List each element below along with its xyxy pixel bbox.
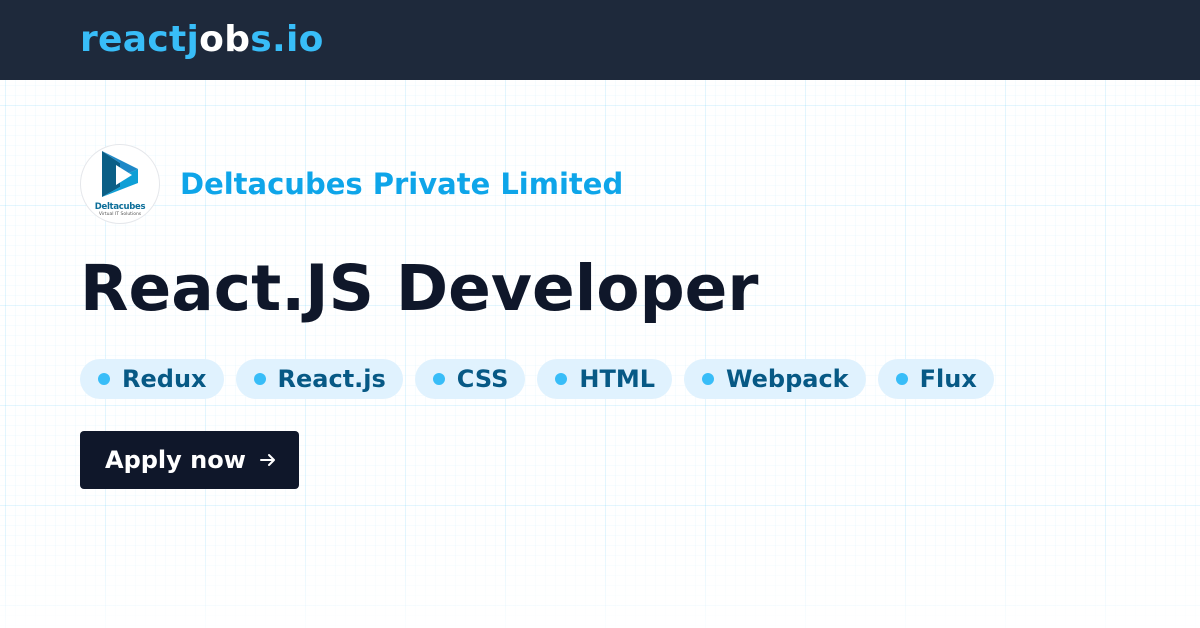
brand-logo-link[interactable]: reactjobs.io — [80, 18, 324, 62]
top-header: reactjobs.io — [0, 0, 1200, 80]
company-name-link[interactable]: Deltacubes Private Limited — [180, 167, 623, 201]
tag-label: CSS — [456, 365, 509, 393]
brand-part-highlight: ob — [199, 19, 251, 60]
tag-dot-icon — [895, 373, 908, 385]
page: reactjobs.io Deltacubes Virtual IT Solut… — [0, 0, 1200, 628]
tag-webpack[interactable]: Webpack — [684, 359, 866, 399]
tag-label: React.js — [277, 365, 386, 393]
tag-label: Flux — [919, 365, 977, 393]
brand-part-accent-left: reactj — [80, 19, 200, 60]
tag-dot-icon — [253, 373, 266, 385]
tag-reactjs[interactable]: React.js — [235, 359, 403, 399]
apply-now-button[interactable]: Apply now — [80, 431, 299, 489]
tag-dot-icon — [98, 373, 110, 385]
tag-label: Redux — [122, 365, 207, 393]
brand-part-accent-right: s.io — [250, 19, 324, 60]
deltacubes-logo-icon — [102, 151, 138, 197]
tag-css[interactable]: CSS — [414, 359, 526, 399]
tag-dot-icon — [432, 373, 445, 385]
logo-tagline: Virtual IT Solutions — [98, 212, 142, 217]
apply-now-label: Apply now — [105, 446, 246, 474]
company-logo: Deltacubes Virtual IT Solutions — [80, 144, 160, 224]
tag-html[interactable]: HTML — [537, 359, 672, 399]
tag-dot-icon — [702, 373, 714, 385]
company-row: Deltacubes Virtual IT Solutions Deltacub… — [80, 144, 623, 224]
tag-flux[interactable]: Flux — [877, 359, 994, 399]
job-title: React.JS Developer — [80, 252, 759, 325]
skill-tags: Redux React.js CSS HTML Webpack Flux — [80, 359, 994, 399]
tag-label: HTML — [579, 365, 655, 393]
tag-dot-icon — [555, 373, 568, 385]
tag-redux[interactable]: Redux — [80, 359, 224, 399]
tag-label: Webpack — [726, 365, 849, 393]
arrow-right-icon — [259, 451, 277, 469]
logo-wordmark: Deltacubes — [94, 202, 146, 212]
